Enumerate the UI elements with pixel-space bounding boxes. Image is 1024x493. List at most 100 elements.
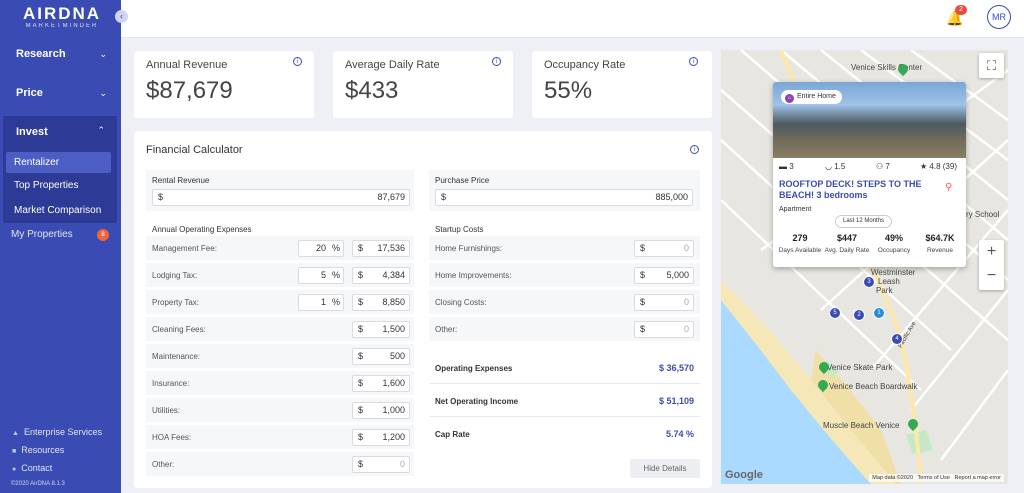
- sidebar-subitem-top-properties[interactable]: Top Properties: [6, 175, 111, 196]
- percent-sign: %: [331, 297, 340, 307]
- summary-label: Operating Expenses: [435, 364, 513, 373]
- input-value: 20: [315, 243, 326, 253]
- listing-pin[interactable]: 1: [873, 307, 885, 319]
- percent-sign: %: [331, 243, 340, 253]
- percent-input[interactable]: 5%: [298, 267, 344, 284]
- input-value: 0: [683, 324, 689, 334]
- summary-value: $ 36,570: [658, 363, 694, 373]
- enterprise-icon: ▲: [12, 430, 19, 437]
- guests: ⚇ 7: [876, 162, 890, 171]
- listing-pin[interactable]: 5: [829, 307, 841, 319]
- opex-title: Annual Operating Expenses: [152, 225, 252, 234]
- hide-details-button[interactable]: Hide Details: [630, 459, 700, 478]
- popup-stat: $447 Avg. Daily Rate: [823, 233, 871, 254]
- listing-popup[interactable]: ⌂ Entire Home ▬ 3 ◡ 1.5 ⚇ 7 ★ 4.8 (39) RO…: [773, 82, 966, 267]
- bathrooms: ◡ 1.5: [825, 162, 845, 171]
- collapse-sidebar-icon[interactable]: ‹: [115, 10, 128, 23]
- dollar-sign: $: [358, 351, 364, 361]
- rental-revenue-input[interactable]: $87,679: [152, 189, 410, 206]
- percent-input[interactable]: 20%: [298, 240, 344, 257]
- amount-input[interactable]: $1,200: [352, 429, 410, 446]
- map-label-skate-park: Venice Skate Park: [827, 363, 893, 372]
- footer-link-contact[interactable]: ● Contact: [12, 463, 52, 473]
- amount-input[interactable]: $1,500: [352, 321, 410, 338]
- map-label-boardwalk: Venice Beach Boardwalk: [829, 382, 918, 391]
- sidebar-subitem-rentalizer[interactable]: Rentalizer: [6, 152, 111, 173]
- listing-pin[interactable]: 4: [891, 333, 903, 345]
- expense-row: Cleaning Fees: $1,500: [146, 317, 414, 342]
- report-error-link[interactable]: Report a map error: [955, 475, 1001, 481]
- stat-label: Annual Revenue: [146, 59, 228, 71]
- amount-input[interactable]: $4,384: [352, 267, 410, 284]
- notifications-button[interactable]: 🔔 2: [946, 5, 967, 27]
- amount-input[interactable]: $8,850: [352, 294, 410, 311]
- info-icon[interactable]: i: [293, 57, 302, 66]
- sidebar-item-price[interactable]: Price ⌄: [0, 74, 121, 112]
- startup-title: Startup Costs: [435, 225, 484, 234]
- footer-link-resources[interactable]: ■ Resources: [12, 445, 64, 455]
- fullscreen-button[interactable]: ⛶: [979, 53, 1004, 78]
- input-value: 5: [320, 270, 326, 280]
- street-line: [939, 369, 1008, 461]
- logo-subtext: MARKETMINDER: [25, 23, 99, 29]
- input-value: 4,384: [382, 270, 405, 280]
- rental-revenue-label: Rental Revenue: [152, 176, 210, 185]
- summary-row-operating-expenses: Operating Expenses $ 36,570: [430, 353, 700, 384]
- rating-value: 4.8 (39): [929, 162, 957, 171]
- percent-sign: %: [331, 270, 340, 280]
- info-icon[interactable]: i: [690, 145, 699, 154]
- summary-row-net-operating-income: Net Operating Income $ 51,109: [430, 386, 700, 417]
- map-attribution: Map data ©2020 Terms of Use Report a map…: [869, 474, 1004, 482]
- sidebar-subitem-market-comparison[interactable]: Market Comparison: [6, 200, 111, 221]
- logo-text: AIRDNA: [22, 4, 102, 23]
- count-badge: 8: [97, 229, 109, 241]
- zoom-out-button[interactable]: −: [979, 264, 1004, 288]
- sidebar-item-my-properties[interactable]: My Properties 8: [11, 229, 109, 241]
- listing-pin[interactable]: 2: [853, 309, 865, 321]
- input-value: 8,850: [382, 297, 405, 307]
- map-data-text: Map data ©2020: [872, 475, 914, 481]
- listing-title[interactable]: ROOFTOP DECK! STEPS TO THE BEACH! 3 bedr…: [779, 179, 929, 201]
- startup-row: Home Improvements: $5,000: [429, 263, 700, 288]
- dollar-sign: $: [358, 405, 364, 415]
- avatar[interactable]: MR: [987, 5, 1011, 29]
- stat-value: $433: [345, 77, 399, 104]
- percent-input[interactable]: 1%: [298, 294, 344, 311]
- amount-input[interactable]: $0: [634, 294, 694, 311]
- amount-input[interactable]: $1,600: [352, 375, 410, 392]
- dollar-sign: $: [441, 192, 447, 202]
- startup-label: Home Furnishings:: [435, 244, 503, 253]
- stat-label: Occupancy Rate: [544, 59, 626, 71]
- startup-label: Home Improvements:: [435, 271, 512, 280]
- logo[interactable]: AIRDNA MARKETMINDER: [12, 5, 112, 29]
- info-icon[interactable]: i: [689, 57, 698, 66]
- info-icon[interactable]: i: [492, 57, 501, 66]
- bedrooms-value: 3: [789, 162, 794, 171]
- listing-pin[interactable]: 3: [863, 276, 875, 288]
- amount-input[interactable]: $500: [352, 348, 410, 365]
- input-value: 1,000: [382, 405, 405, 415]
- top-bar: 🔔 2 MR: [121, 0, 1024, 38]
- sidebar-item-research[interactable]: Research ⌄: [0, 35, 121, 73]
- input-value: 500: [389, 351, 405, 361]
- purchase-price-input[interactable]: $885,000: [435, 189, 693, 206]
- chevron-up-icon[interactable]: ⌃: [97, 125, 105, 136]
- calculator-title: Financial Calculator: [146, 144, 243, 156]
- amount-input[interactable]: $5,000: [634, 267, 694, 284]
- amount-input[interactable]: $0: [352, 456, 410, 473]
- amount-input[interactable]: $0: [634, 321, 694, 338]
- footer-link-enterprise[interactable]: ▲ Enterprise Services: [12, 427, 102, 437]
- stat-card-occupancy-rate: Occupancy Rate 55% i: [532, 51, 712, 118]
- amount-input[interactable]: $1,000: [352, 402, 410, 419]
- map-label-muscle-beach: Muscle Beach Venice: [823, 421, 900, 430]
- amount-input[interactable]: $17,536: [352, 240, 410, 257]
- zoom-in-button[interactable]: +: [979, 240, 1004, 264]
- expense-row: Lodging Tax: 5% $4,384: [146, 263, 414, 288]
- terms-link[interactable]: Terms of Use: [918, 475, 950, 481]
- expense-row: Utilities: $1,000: [146, 398, 414, 423]
- amount-input[interactable]: $0: [634, 240, 694, 257]
- startup-row: Other: $0: [429, 317, 700, 342]
- expense-label: Other:: [152, 460, 175, 469]
- dollar-sign: $: [358, 324, 364, 334]
- notification-count-badge: 2: [955, 5, 967, 15]
